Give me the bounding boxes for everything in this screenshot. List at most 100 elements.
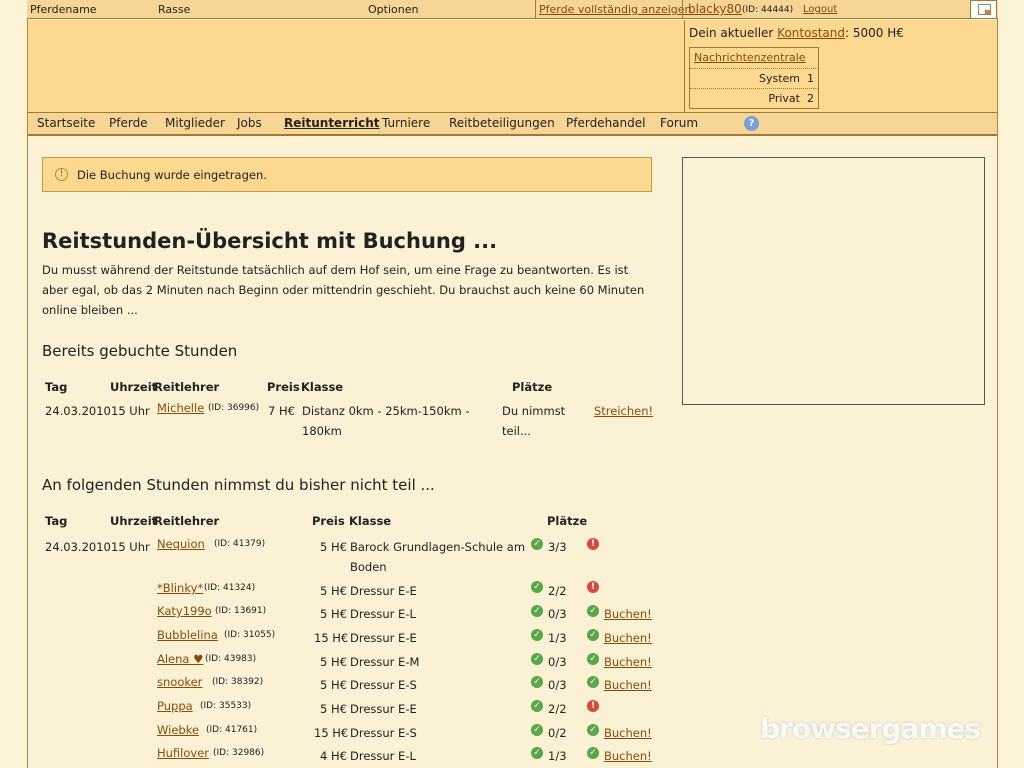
message-count: 1 (807, 72, 814, 85)
row-klasse: Dressur E-S (350, 678, 417, 692)
check-icon: ✓ (531, 653, 543, 665)
teacher-link[interactable]: Puppa (157, 699, 193, 713)
teacher-id: (ID: 41379) (214, 539, 266, 549)
row-klasse: Barock Grundlagen-Schule am Boden (350, 540, 526, 574)
message-row-system[interactable]: System 1 (690, 68, 818, 88)
nav-pferde[interactable]: Pferde (109, 116, 148, 130)
check-icon: ✓ (531, 724, 543, 736)
full-icon: ! (587, 538, 599, 550)
teacher-link[interactable]: Alena ♥ (157, 652, 203, 666)
available-heading: An folgenden Stunden nimmst du bisher ni… (42, 476, 435, 494)
notice-text: Die Buchung wurde eingetragen. (77, 168, 267, 182)
message-count: 2 (807, 92, 814, 105)
row-klasse: Dressur E-E (350, 584, 417, 598)
row-plaetze: 0/3 (548, 655, 567, 669)
check-icon: ✓ (531, 605, 543, 617)
book-button[interactable]: Buchen! (604, 655, 652, 669)
booked-plaetze: Du nimmst teil... (502, 404, 566, 438)
nav-pferdehandel[interactable]: Pferdehandel (566, 116, 645, 130)
row-plaetze: 1/3 (548, 631, 567, 645)
row-klasse: Dressur E-E (350, 702, 417, 716)
row-klasse: Dressur E-L (350, 607, 416, 621)
logout-link[interactable]: Logout (803, 4, 837, 15)
row-plaetze: 0/3 (548, 607, 567, 621)
top-bar: Pferdename Rasse Optionen Pferde vollstä… (27, 0, 998, 19)
column-header-pferdename: Pferdename (30, 3, 97, 16)
message-center-link[interactable]: Nachrichtenzentrale (694, 51, 806, 64)
message-row-privat[interactable]: Privat 2 (690, 88, 818, 108)
nav-reitbeteiligungen[interactable]: Reitbeteiligungen (449, 116, 555, 130)
kontostand-link[interactable]: Kontostand (777, 26, 845, 40)
teacher-link[interactable]: Katy199o (157, 604, 212, 618)
teacher-link[interactable]: Hufilover (157, 746, 209, 760)
row-preis: 5 H€ (320, 702, 347, 716)
book-button[interactable]: Buchen! (604, 678, 652, 692)
teacher-link[interactable]: snooker (157, 675, 202, 689)
nav-forum[interactable]: Forum (660, 116, 698, 130)
column-header-rasse: Rasse (158, 3, 191, 16)
col-reitlehrer: Reitlehrer (154, 514, 220, 528)
row-plaetze: 2/2 (548, 702, 567, 716)
col-uhrzeit: Uhrzeit (110, 380, 158, 394)
check-icon: ✓ (587, 676, 599, 688)
row-plaetze: 0/2 (548, 726, 567, 740)
info-icon: ! (55, 168, 68, 181)
full-icon: ! (587, 700, 599, 712)
row-preis: 5 H€ (320, 607, 347, 621)
row-plaetze: 0/3 (548, 678, 567, 692)
col-tag: Tag (45, 514, 68, 528)
nav-turniere[interactable]: Turniere (382, 116, 430, 130)
user-id: (ID: 44444) (742, 5, 794, 15)
column-header-optionen: Optionen (368, 3, 419, 16)
account-balance: Dein aktueller Kontostand: 5000 H€ (689, 26, 904, 40)
username-link[interactable]: blacky80 (688, 2, 742, 16)
cancel-booking-link[interactable]: Streichen! (594, 404, 653, 418)
booked-teacher-id: (ID: 36996) (208, 403, 260, 413)
teacher-link[interactable]: Nequion (157, 537, 205, 551)
row-klasse: Dressur E-L (350, 749, 416, 763)
row-preis: 5 H€ (320, 655, 347, 669)
booked-heading: Bereits gebuchte Stunden (42, 342, 238, 360)
nav-startseite[interactable]: Startseite (37, 116, 95, 130)
check-icon: ✓ (587, 724, 599, 736)
row-plaetze: 1/3 (548, 749, 567, 763)
col-klasse: Klasse (301, 380, 344, 394)
page-right-margin (999, 0, 1024, 768)
book-button[interactable]: Buchen! (604, 607, 652, 621)
row-klasse: Dressur E-S (350, 726, 417, 740)
balance-value: : 5000 H€ (844, 26, 904, 40)
nav-reitunterricht[interactable]: Reitunterricht (284, 116, 380, 130)
available-tag: 24.03.2010 (45, 540, 111, 554)
help-icon[interactable]: ? (744, 116, 759, 131)
teacher-id: (ID: 31055) (224, 630, 276, 640)
full-icon: ! (587, 581, 599, 593)
col-reitlehrer: Reitlehrer (154, 380, 220, 394)
row-klasse: Dressur E-M (350, 655, 420, 669)
window-corner-button[interactable] (970, 0, 997, 19)
teacher-id: (ID: 41761) (206, 725, 258, 735)
show-all-horses-link[interactable]: Pferde vollständig anzeigen (539, 3, 692, 16)
nav-mitglieder[interactable]: Mitglieder (165, 116, 225, 130)
row-preis: 5 H€ (320, 540, 347, 554)
teacher-link[interactable]: Wiebke (157, 723, 199, 737)
teacher-link[interactable]: Bubblelina (157, 628, 218, 642)
main-navigation: Startseite Pferde Mitglieder Jobs Reitun… (28, 112, 997, 136)
account-panel: Dein aktueller Kontostand: 5000 H€ Nachr… (684, 20, 997, 112)
row-klasse: Dressur E-E (350, 631, 417, 645)
nav-jobs[interactable]: Jobs (237, 116, 262, 130)
row-preis: 15 H€ (314, 726, 349, 740)
notice-box: ! Die Buchung wurde eingetragen. (42, 157, 652, 192)
message-label: System (758, 72, 800, 85)
booked-tag: 24.03.2010 (45, 404, 111, 418)
divider (682, 0, 683, 19)
check-icon: ✓ (531, 629, 543, 641)
window-icon (978, 4, 991, 15)
teacher-id: (ID: 32986) (213, 748, 265, 758)
row-preis: 5 H€ (320, 584, 347, 598)
book-button[interactable]: Buchen! (604, 631, 652, 645)
page-left-margin (0, 0, 27, 768)
booked-teacher-link[interactable]: Michelle (157, 401, 204, 415)
book-button[interactable]: Buchen! (604, 726, 652, 740)
teacher-link[interactable]: *Blinky* (157, 581, 203, 595)
book-button[interactable]: Buchen! (604, 749, 652, 763)
